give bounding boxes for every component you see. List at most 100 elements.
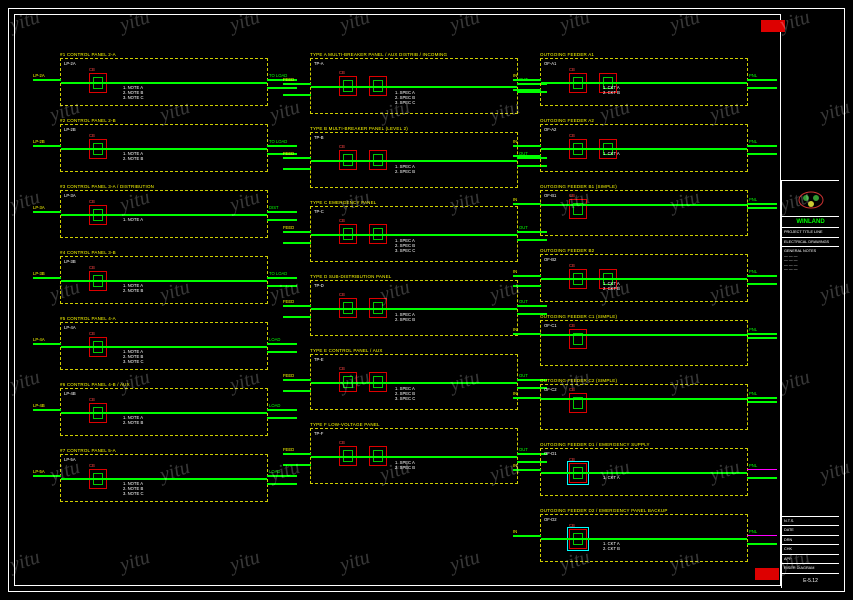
breaker-tag: CB — [569, 323, 575, 328]
wire-out-label: OUT — [519, 225, 528, 230]
bus-wire — [311, 308, 517, 309]
wire-in-label: FEED — [283, 77, 294, 82]
wire-in-label: IN — [513, 139, 517, 144]
block-body: OF-D2INPNL1. CKT A2. CKT BCB — [540, 514, 748, 562]
block-body: OF-A1INPNL1. CKT A2. CKT BCB — [540, 58, 748, 106]
block-subid: LP-4B — [64, 391, 76, 396]
wire-out — [267, 343, 297, 344]
breaker-tag: CB — [569, 387, 575, 392]
schematic-block: OUTGOING FEEDER B2OF-B2INPNL1. CKT A2. C… — [540, 248, 748, 302]
wire-in-label: LP-2B — [33, 139, 45, 144]
breaker-tag: CB — [89, 67, 95, 72]
block-title: #6 CONTROL PANEL 4-B / AUX — [60, 382, 268, 387]
wire-in-label: LP-3A — [33, 205, 45, 210]
wire-out-label: PNL — [749, 391, 757, 396]
breaker-box — [89, 271, 107, 291]
schematic-block: OUTGOING FEEDER C1 (SIMPLE)OF-C1INPNLCB — [540, 314, 748, 366]
wire-in — [283, 305, 311, 306]
wire-out — [747, 145, 777, 146]
schematic-block: TYPE E CONTROL PANEL / AUXTP-EFEEDOUT1. … — [310, 348, 518, 410]
breaker-tag: CB — [89, 463, 95, 468]
block-note: 3. SPEC C — [395, 248, 415, 253]
schematic-block: #3 CONTROL PANEL 3-A / DISTRIBUTIONLP-3A… — [60, 184, 268, 238]
schematic-block: #4 CONTROL PANEL 3-BLP-3BLP-3BTO LOAD1. … — [60, 250, 268, 304]
wire-out-label: DIST — [269, 205, 279, 210]
block-note: 2. NOTE B — [123, 156, 143, 161]
block-subid: OF-A1 — [544, 61, 556, 66]
block-subid: TP-F — [314, 431, 323, 436]
wire-out-label: PNL — [749, 73, 757, 78]
emergency-box — [567, 461, 589, 485]
schematic-block: OUTGOING FEEDER D1 / EMERGENCY SUPPLYOF-… — [540, 442, 748, 496]
block-subid: TP-C — [314, 209, 324, 214]
block-note: 2. SPEC B — [395, 169, 415, 174]
wire-out-label: PNL — [749, 529, 757, 534]
schematic-column-1: #1 CONTROL PANEL 2-ALP-2ALP-2ATO LOAD1. … — [60, 52, 300, 514]
block-body: LP-2ALP-2ATO LOAD1. NOTE A2. NOTE B3. NO… — [60, 58, 268, 106]
block-title: #2 CONTROL PANEL 2-B — [60, 118, 268, 123]
block-body: TP-DFEEDOUT1. SPEC A2. SPEC BCB — [310, 280, 518, 336]
wire-out — [747, 543, 777, 544]
wire-in-label: FEED — [283, 373, 294, 378]
block-note: 2. CKT B — [603, 90, 620, 95]
breaker-tag: CB — [89, 397, 95, 402]
wire-in — [283, 390, 311, 391]
block-body: LP-5ALP-5ALOAD1. NOTE A2. NOTE B3. NOTE … — [60, 454, 268, 502]
schematic-block: OUTGOING FEEDER B1 (SIMPLE)OF-B1INPNLCB — [540, 184, 748, 236]
bus-wire — [541, 148, 747, 149]
wire-in — [513, 333, 541, 334]
breaker-tag: CB — [89, 265, 95, 270]
wire-out-label: LOAD — [269, 469, 280, 474]
breaker-tag: CB — [89, 133, 95, 138]
bus-wire — [61, 82, 267, 83]
wire-in — [513, 275, 541, 276]
wire-in-label: LP-4B — [33, 403, 45, 408]
wire-out — [747, 333, 777, 334]
breaker-tag: CB — [569, 263, 575, 268]
title-block: WINLAND PROJECT TITLE LINE ELECTRICAL DR… — [781, 180, 839, 588]
wire-in-label: IN — [513, 463, 517, 468]
bus-wire — [541, 334, 747, 335]
wire-out — [747, 401, 777, 402]
breaker-box — [569, 329, 587, 349]
schematic-block: #1 CONTROL PANEL 2-ALP-2ALP-2ATO LOAD1. … — [60, 52, 268, 106]
bus-wire — [541, 204, 747, 205]
block-body: OF-D1INPNL1. CKT ACB — [540, 448, 748, 496]
wire-in — [33, 277, 61, 278]
block-note: 2. SPEC B — [395, 465, 415, 470]
block-subid: LP-5A — [64, 457, 76, 462]
wire-in — [283, 168, 311, 169]
wire-out-label: OUT — [519, 373, 528, 378]
wire-in — [33, 79, 61, 80]
breaker-box — [89, 469, 107, 489]
wire-in — [513, 535, 541, 536]
bus-wire — [311, 456, 517, 457]
block-title: #1 CONTROL PANEL 2-A — [60, 52, 268, 57]
wire-in — [283, 157, 311, 158]
breaker-tag: CB — [339, 70, 345, 75]
wire-in — [33, 409, 61, 410]
wire-in-label: LP-3B — [33, 271, 45, 276]
wire-in — [283, 242, 311, 243]
wire-out — [267, 417, 297, 418]
block-note: 3. NOTE C — [123, 95, 143, 100]
wire-in — [283, 231, 311, 232]
wire-out — [747, 337, 777, 338]
wire-in-label: FEED — [283, 447, 294, 452]
block-subid: OF-B1 — [544, 193, 556, 198]
wire-in-label: IN — [513, 327, 517, 332]
wire-out — [747, 275, 777, 276]
bus-wire — [61, 478, 267, 479]
breaker-tag: CB — [89, 199, 95, 204]
block-subid: OF-C2 — [544, 387, 557, 392]
breaker-box — [569, 199, 587, 219]
schematic-block: OUTGOING FEEDER C2 (SIMPLE)OF-C2INPNLCB — [540, 378, 748, 430]
wire-in — [513, 285, 541, 286]
wire-out — [747, 397, 777, 398]
breaker-tag: CB — [569, 133, 575, 138]
wire-out-label: TO LOAD — [269, 139, 287, 144]
title-block-drawn: DRN — [782, 535, 839, 545]
block-note: 3. NOTE C — [123, 491, 143, 496]
block-body: TP-BFEEDOUT1. SPEC A2. SPEC BCB — [310, 132, 518, 188]
block-note: 1. CKT A — [603, 475, 620, 480]
